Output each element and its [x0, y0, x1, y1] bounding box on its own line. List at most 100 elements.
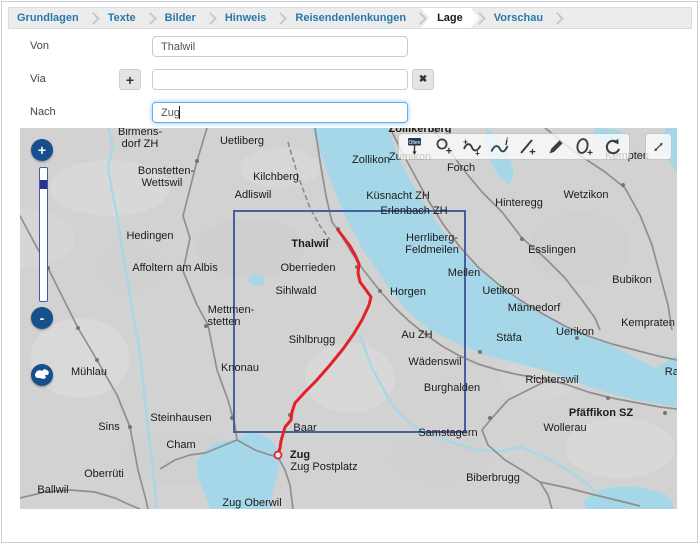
station-dot	[520, 237, 524, 241]
fullscreen-button[interactable]	[645, 133, 672, 160]
add-via-button[interactable]: +	[119, 69, 141, 90]
svg-text:+: +	[463, 137, 468, 146]
map-label: stetten	[207, 316, 240, 328]
svg-text:+: +	[446, 145, 452, 157]
add-line-button[interactable]: +	[514, 134, 542, 159]
add-ellipse-icon: +	[573, 136, 595, 158]
map-label: Uerikon	[556, 326, 594, 338]
map-label: Au ZH	[401, 329, 432, 341]
nach-input[interactable]	[152, 102, 408, 123]
station-dot	[378, 289, 382, 293]
refresh-button[interactable]	[598, 134, 626, 159]
chevron-separator-icon	[414, 12, 427, 25]
nach-label: Nach	[30, 106, 56, 118]
map-label: Esslingen	[528, 244, 576, 256]
map-label: Herrliberg-	[406, 232, 458, 244]
svg-text:+: +	[529, 146, 535, 158]
tab-lage[interactable]: Lage	[421, 8, 479, 28]
remove-via-button[interactable]: ✖	[412, 69, 434, 90]
add-line-icon: +	[517, 136, 539, 158]
map-label: Knonau	[221, 362, 259, 374]
map-label: Forch	[447, 162, 475, 174]
route-end-marker	[275, 452, 282, 459]
map-label: Wettswil	[142, 177, 183, 189]
zoom-slider-handle[interactable]	[40, 180, 47, 189]
map-label: Wollerau	[543, 422, 586, 434]
via-input[interactable]	[152, 69, 408, 90]
tab-grundlagen[interactable]: Grundlagen	[9, 8, 87, 28]
map-label: Oberrieden	[280, 262, 335, 274]
map-label: Mühlau	[71, 366, 107, 378]
svg-text:+: +	[475, 149, 480, 158]
von-label: Von	[30, 40, 49, 52]
switzerland-icon	[31, 364, 53, 386]
zoom-slider[interactable]	[39, 167, 48, 302]
add-route-button[interactable]: + +	[458, 134, 486, 159]
map-label: Adliswil	[235, 189, 272, 201]
map-label: Ballwil	[37, 484, 68, 496]
station-dot	[128, 425, 132, 429]
via-label: Via	[30, 73, 46, 85]
chevron-separator-icon	[551, 12, 564, 25]
map-label: Erlenbach ZH	[380, 205, 447, 217]
map-label: Affoltern am Albis	[132, 262, 218, 274]
lake	[583, 486, 673, 509]
chevron-separator-icon	[275, 12, 288, 25]
map-label: Steinhausen	[150, 412, 211, 424]
map-label: Oberrüti	[84, 468, 124, 480]
map-label: Richterswil	[525, 374, 578, 386]
map-label: Sihlbrugg	[289, 334, 335, 346]
map-canvas[interactable]: ZollikerbergBirmens-dorf ZHUetlibergZumi…	[20, 128, 677, 509]
zoom-out-button[interactable]: -	[31, 307, 53, 329]
map-label: Hinteregg	[495, 197, 543, 209]
pencil-icon	[545, 136, 567, 158]
von-input[interactable]	[152, 36, 408, 57]
map-label: Meilen	[448, 267, 480, 279]
map-label: Samstagern	[418, 427, 477, 439]
add-label-marker-button[interactable]: Olten	[402, 134, 430, 159]
map-toolbar: Olten + + +	[398, 133, 630, 160]
zoom-to-switzerland-button[interactable]	[31, 364, 53, 386]
add-point-button[interactable]: +	[430, 134, 458, 159]
station-dot	[478, 350, 482, 354]
tab-reisendenlenkungen[interactable]: Reisendenlenkungen	[287, 8, 414, 28]
map-label: Bubikon	[612, 274, 652, 286]
tab-vorschau[interactable]: Vorschau	[486, 8, 551, 28]
edit-button[interactable]	[542, 134, 570, 159]
map-label: Feldmeilen	[405, 244, 459, 256]
add-ellipse-button[interactable]: +	[570, 134, 598, 159]
map-label: Burghalden	[424, 382, 480, 394]
chevron-separator-icon	[87, 12, 100, 25]
text-cursor	[179, 106, 180, 119]
map-label: Sins	[98, 421, 120, 433]
chevron-separator-icon	[204, 12, 217, 25]
map-label: Mettmen-	[208, 304, 255, 316]
zoom-in-button[interactable]: +	[31, 139, 53, 161]
map-label: Thalwil	[291, 238, 328, 250]
map-label: Pfäffikon SZ	[569, 407, 633, 419]
refresh-icon	[601, 136, 623, 158]
map-label: Wetzikon	[563, 189, 608, 201]
map-label: Biberbrugg	[466, 472, 520, 484]
tab-hinweis[interactable]: Hinweis	[217, 8, 275, 28]
route-info-button[interactable]: i	[486, 134, 514, 159]
map-graphics: ZollikerbergBirmens-dorf ZHUetlibergZumi…	[20, 128, 677, 509]
map-label: Birmens-	[118, 128, 162, 138]
tab-texte[interactable]: Texte	[100, 8, 144, 28]
route-info-icon: i	[489, 136, 511, 158]
map-label: Zug	[290, 449, 310, 461]
map-label: Männedorf	[508, 302, 562, 314]
breadcrumb: Grundlagen Texte Bilder Hinweis Reisende…	[8, 7, 692, 29]
map-label: Zug Oberwil	[222, 497, 281, 509]
svg-text:i: i	[505, 137, 508, 148]
map-label: Zollikon	[352, 154, 390, 166]
label-marker-icon: Olten	[405, 136, 427, 158]
station-dot	[76, 326, 80, 330]
tab-bilder[interactable]: Bilder	[157, 8, 204, 28]
fullscreen-icon	[652, 136, 665, 158]
map-label: Sihlwald	[276, 285, 317, 297]
map-label: Uetikon	[482, 285, 519, 297]
map-label: Kempraten	[621, 317, 675, 329]
map-label: Baar	[293, 422, 317, 434]
add-point-icon: +	[433, 136, 455, 158]
